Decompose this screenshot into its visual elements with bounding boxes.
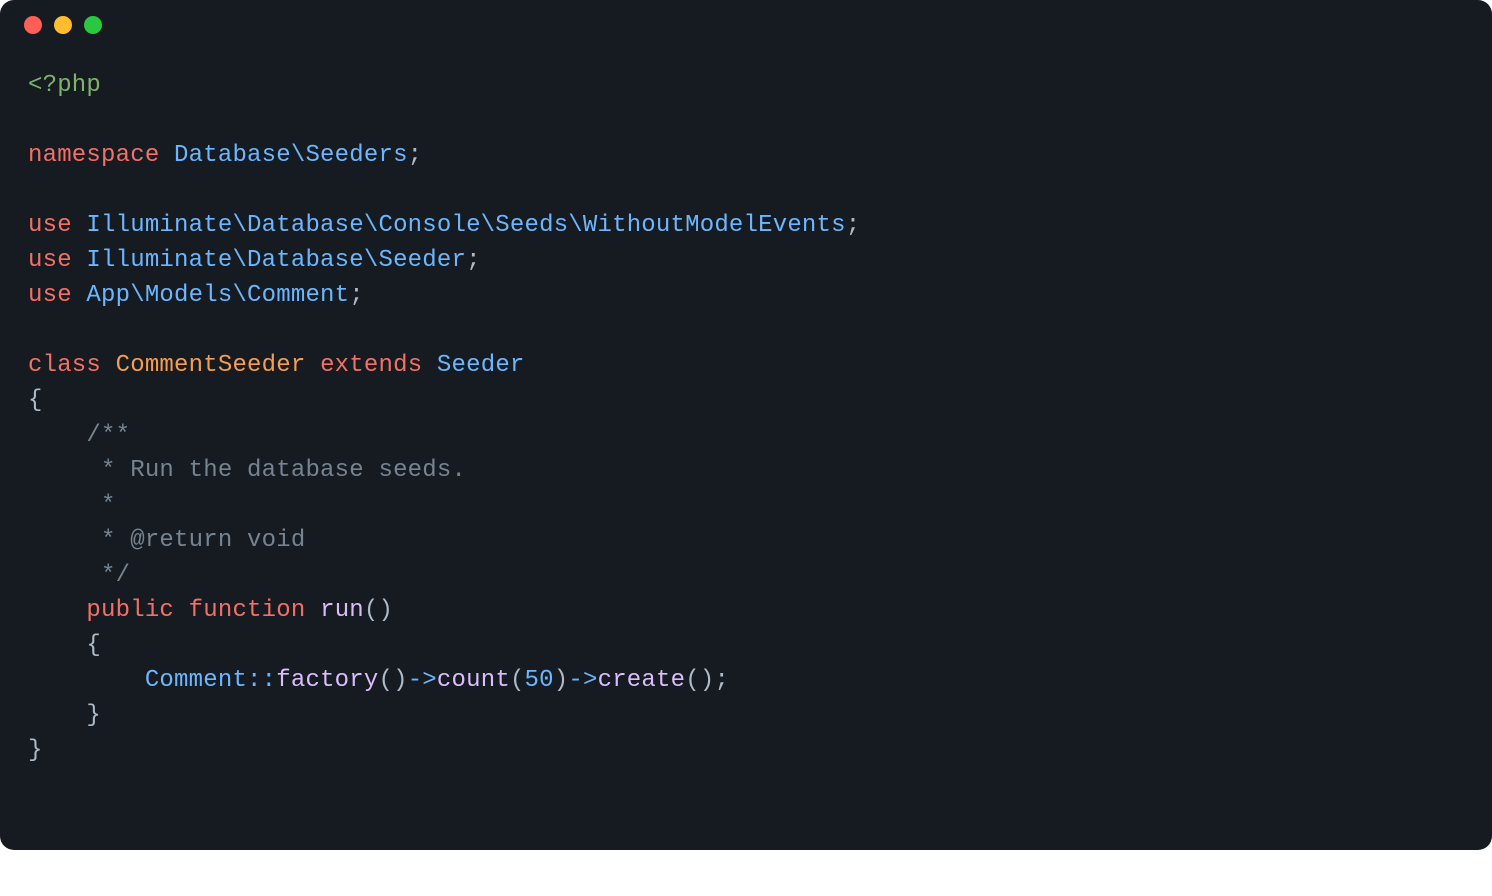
paren-open: ( [510,667,525,694]
brace-open: { [28,387,43,414]
keyword-namespace: namespace [28,142,159,169]
double-colon: :: [247,667,276,694]
keyword-class: class [28,352,101,379]
docblock-line: * [86,492,115,519]
arg-50: 50 [525,667,554,694]
method-create: create [598,667,686,694]
window-titlebar [0,0,1492,50]
keyword-use: use [28,247,72,274]
keyword-extends: extends [320,352,422,379]
docblock-line: * Run the database seeds. [86,457,466,484]
docblock-line: /** [86,422,130,449]
brace-close: } [86,702,101,729]
semicolon: ; [714,667,729,694]
keyword-public: public [86,597,174,624]
code-block: <?php namespace Database\Seeders; use Il… [0,50,1492,796]
window-close-icon[interactable] [24,16,42,34]
call-target: Comment [145,667,247,694]
keyword-use: use [28,282,72,309]
keyword-function: function [189,597,306,624]
method-count: count [437,667,510,694]
use-import-3: App\Models\Comment [86,282,349,309]
paren-open: ( [364,597,379,624]
paren-open: ( [685,667,700,694]
php-open-tag: <?php [28,72,101,99]
paren-close: ) [554,667,569,694]
keyword-use: use [28,212,72,239]
editor-window: <?php namespace Database\Seeders; use Il… [0,0,1492,850]
semicolon: ; [846,212,861,239]
parent-class: Seeder [437,352,525,379]
brace-close: } [28,737,43,764]
brace-open: { [86,632,101,659]
paren-open: ( [378,667,393,694]
semicolon: ; [408,142,423,169]
use-import-2: Illuminate\Database\Seeder [86,247,466,274]
window-zoom-icon[interactable] [84,16,102,34]
semicolon: ; [349,282,364,309]
namespace-path: Database\Seeders [174,142,408,169]
docblock-line: * @return void [86,527,305,554]
paren-close: ) [379,597,394,624]
arrow-op: -> [568,667,597,694]
use-import-1: Illuminate\Database\Console\Seeds\Withou… [86,212,845,239]
method-run: run [320,597,364,624]
class-name: CommentSeeder [116,352,306,379]
semicolon: ; [466,247,481,274]
paren-close: ) [393,667,408,694]
method-factory: factory [276,667,378,694]
docblock-line: */ [86,562,130,589]
window-minimize-icon[interactable] [54,16,72,34]
paren-close: ) [700,667,715,694]
arrow-op: -> [408,667,437,694]
